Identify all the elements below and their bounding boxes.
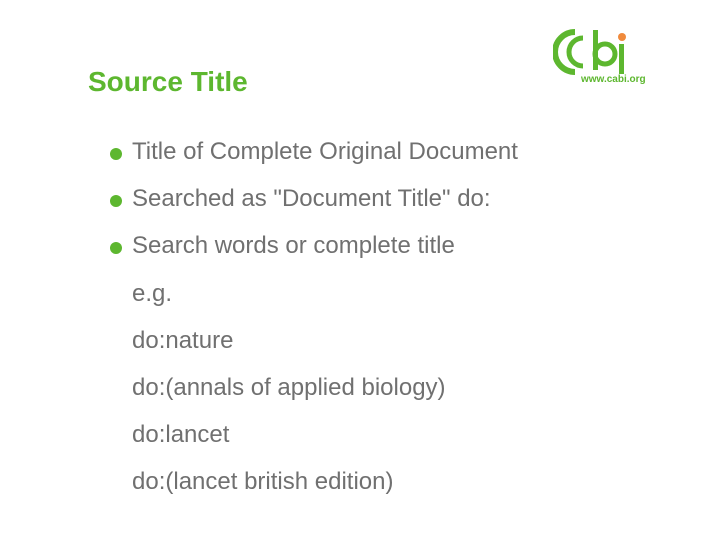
example-item: do:(lancet british edition) bbox=[132, 468, 394, 495]
bullet-text: Search words or complete title bbox=[132, 232, 455, 259]
bullet-dot-icon bbox=[110, 148, 122, 160]
example-item: do:nature bbox=[132, 327, 234, 354]
bullet-dot-icon bbox=[110, 242, 122, 254]
example-label: e.g. bbox=[132, 280, 173, 307]
logo-url: www.cabi.org bbox=[580, 74, 646, 84]
slide-title: Source Title bbox=[88, 66, 248, 97]
bullet-text: Searched as "Document Title" do: bbox=[132, 185, 491, 212]
example-item: do:lancet bbox=[132, 421, 230, 448]
example-item: do:(annals of applied biology) bbox=[132, 374, 446, 401]
bullet-dot-icon bbox=[110, 195, 122, 207]
cabi-logo-icon: www.cabi.org bbox=[552, 29, 646, 85]
bullet-text: Title of Complete Original Document bbox=[132, 138, 518, 165]
cabi-logo: www.cabi.org bbox=[552, 26, 673, 85]
